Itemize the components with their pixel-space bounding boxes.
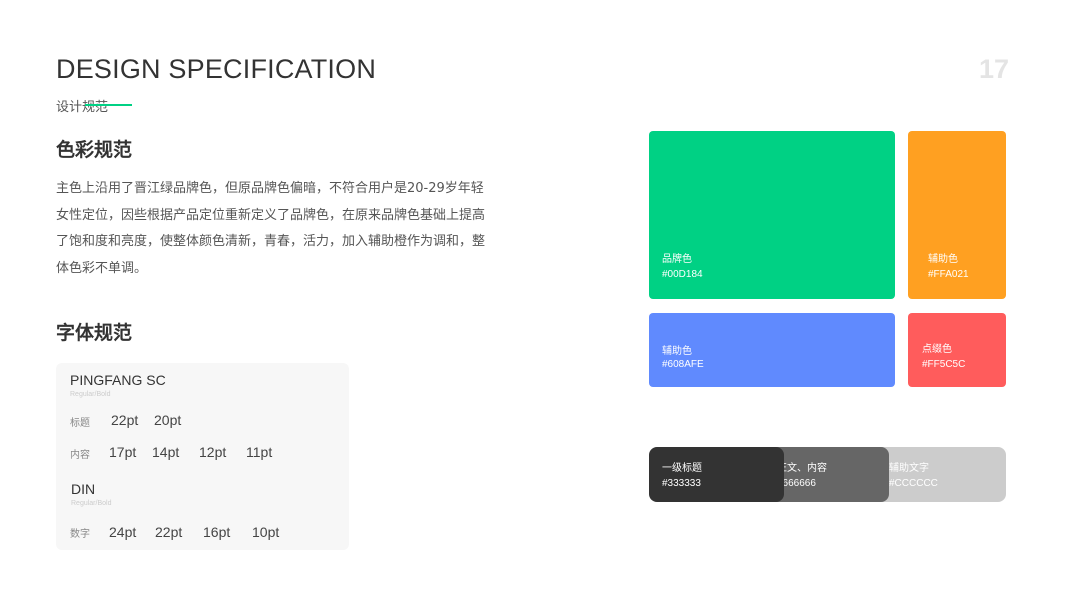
swatch-label: 辅助文字 [889, 463, 929, 474]
text-color-primary: 一级标题 #333333 [649, 447, 784, 502]
font-name-pingfang: PINGFANG SC [70, 372, 166, 388]
text-color-bar: 一级标题 #333333 正文、内容 #666666 辅助文字 #CCCCCC [649, 447, 1006, 502]
number-size-value: 24pt [109, 524, 137, 540]
content-size-label: 内容 [70, 450, 90, 461]
swatch-hex: #CCCCCC [889, 478, 938, 489]
title-size-label: 标题 [70, 418, 90, 429]
font-name-din: DIN [71, 481, 96, 497]
content-size-value: 11pt [246, 444, 273, 460]
font-weights-din: Regular/Bold [71, 500, 112, 507]
aux-blue-swatch: 辅助色 #608AFE [649, 313, 895, 387]
swatch-label: 品牌色 [662, 254, 692, 265]
swatch-label: 一级标题 [662, 463, 702, 474]
swatch-label: 点缀色 [922, 344, 952, 355]
description-line: 女性定位，因些根据产品定位重新定义了品牌色，在原来品牌色基础上提高 [56, 207, 486, 223]
title-size-value: 22pt [111, 412, 139, 428]
number-size-value: 22pt [155, 524, 183, 540]
swatch-label: 辅助色 [928, 254, 958, 265]
color-spec-description: 主色上沿用了晋江绿品牌色，但原品牌色偏暗，不符合用户是20-29岁年轻 女性定位… [56, 176, 501, 282]
font-weights-pingfang: Regular/Bold [70, 391, 111, 398]
title-size-value: 20pt [154, 412, 182, 428]
color-spec-heading: 色彩规范 [56, 139, 133, 161]
number-size-value: 16pt [203, 524, 231, 540]
number-size-label: 数字 [70, 529, 90, 540]
description-line: 主色上沿用了晋江绿品牌色，但原品牌色偏暗，不符合用户是20-29岁年轻 [56, 181, 484, 196]
page-number: 17 [979, 54, 1010, 84]
font-spec-card: PINGFANG SC Regular/Bold 标题 22pt 20pt 内容… [56, 363, 349, 550]
aux-orange-swatch: 辅助色 #FFA021 [908, 131, 1006, 299]
swatch-label: 辅助色 [662, 346, 692, 357]
content-size-value: 14pt [152, 444, 180, 460]
description-line: 体色彩不单调。 [56, 260, 148, 276]
content-size-value: 17pt [109, 444, 137, 460]
swatch-hex: #333333 [662, 478, 701, 489]
text-color-aux: 辅助文字 #CCCCCC [874, 447, 1006, 502]
swatch-hex: #FF5C5C [922, 359, 966, 370]
number-size-value: 10pt [252, 524, 280, 540]
swatch-hex: #608AFE [662, 359, 704, 370]
description-line: 了饱和度和亮度，使整体颜色清新，青春，活力，加入辅助橙作为调和，整 [56, 234, 486, 249]
swatch-label: 正文、内容 [777, 463, 827, 474]
page-title: DESIGN SPECIFICATION [56, 54, 377, 84]
brand-color-swatch: 品牌色 #00D184 [649, 131, 895, 299]
swatch-hex: #FFA021 [928, 269, 969, 280]
accent-red-swatch: 点缀色 #FF5C5C [908, 313, 1006, 387]
font-spec-heading: 字体规范 [56, 322, 133, 344]
content-size-value: 12pt [199, 444, 227, 460]
swatch-hex: #00D184 [662, 269, 703, 280]
subtitle-accent-line [85, 104, 132, 106]
